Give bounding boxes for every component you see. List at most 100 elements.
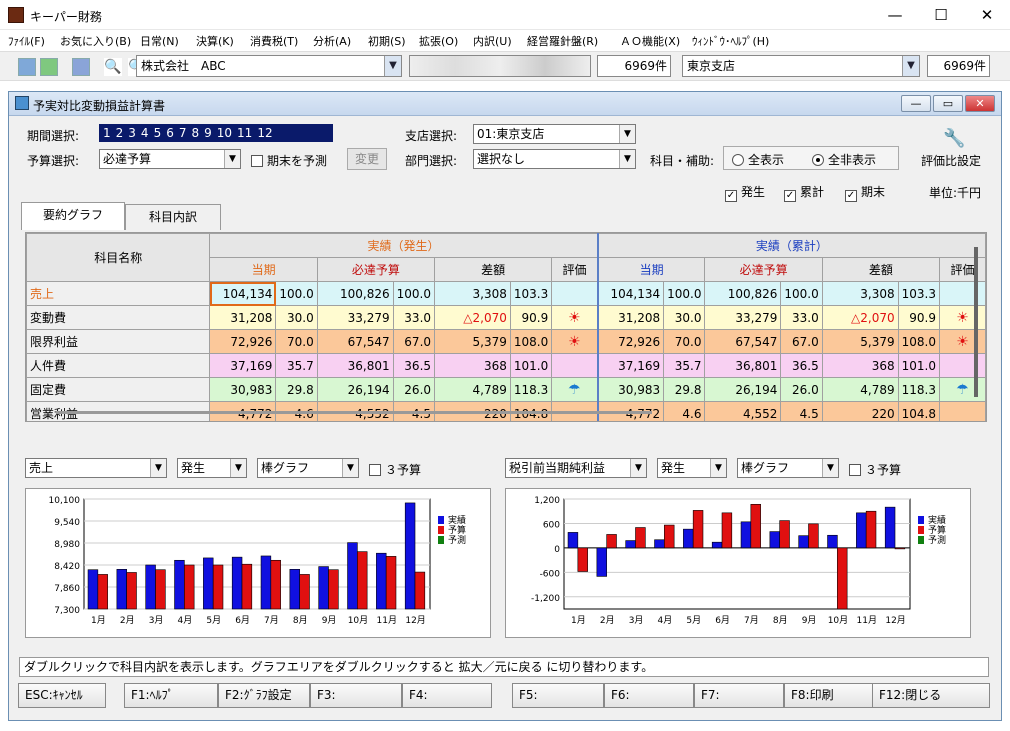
chevron-down-icon[interactable]: ▼ [230,459,246,477]
chevron-down-icon[interactable]: ▼ [822,459,838,477]
chart-right-budget-checkbox[interactable]: ３予算 [849,461,901,478]
menu-item-2[interactable]: 日常(N) [140,33,179,49]
chevron-down-icon[interactable]: ▼ [384,56,401,76]
forecast-checkbox[interactable]: 期末を予測 [251,152,327,169]
table-row[interactable]: 固定費 30,983 29.8 26,194 26.0 4,789 118.3 ☂ 30,983… [26,377,986,402]
chart-left-area[interactable]: 10,100 9,540 8,980 8,420 7,860 7,300 1月 2月 3月 4月 5… [25,488,491,638]
menu-item-5[interactable]: 分析(A) [313,33,351,49]
vertical-scrollbar[interactable] [974,247,978,397]
budget-select[interactable]: 必達予算 ▼ [99,149,241,169]
fkey-0[interactable]: ESC:ｷｬﾝｾﾙ [18,683,106,708]
radio-all[interactable]: 全表示 [732,151,784,168]
fkey-6[interactable]: F6: [604,683,694,708]
checkbox-icon[interactable]: ✓ [784,190,796,202]
fkey-3[interactable]: F3: [310,683,402,708]
wrench-icon[interactable]: 🔧 [943,128,965,150]
chart-left-budget-checkbox[interactable]: ３予算 [369,461,421,478]
minimize-button[interactable]: — [872,0,918,30]
image-icon[interactable] [72,58,90,76]
chart-right-item-select[interactable]: 税引前当期純利益 ▼ [505,458,647,478]
tab-summary-graph[interactable]: 要約グラフ [21,202,125,230]
period-12[interactable]: 12 [257,126,272,140]
menu-item-6[interactable]: 初期(S) [368,33,406,49]
period-4[interactable]: 4 [141,126,149,140]
checkbox-icon[interactable]: ✓ [725,190,737,202]
chevron-down-icon[interactable]: ▼ [342,459,358,477]
chart-left-item-select[interactable]: 売上 ▼ [25,458,167,478]
chevron-down-icon[interactable]: ▼ [224,150,240,168]
chevron-down-icon[interactable]: ▼ [902,56,919,76]
fkey-4[interactable]: F4: [402,683,492,708]
menu-item-1[interactable]: お気に入り(B) [60,33,131,49]
radio-none[interactable]: 全非表示 [812,151,876,168]
period-8[interactable]: 8 [191,126,199,140]
chevron-down-icon[interactable]: ▼ [619,125,635,143]
dept-select[interactable]: 選択なし ▼ [473,149,636,169]
tab-subject-detail[interactable]: 科目内訳 [125,204,221,230]
horizontal-scrollbar[interactable] [56,411,652,414]
chart-left-type-select[interactable]: 発生 ▼ [177,458,247,478]
period-3[interactable]: 3 [128,126,136,140]
table-row[interactable]: 限界利益 72,926 70.0 67,547 67.0 5,379 108.0 ☀ 72,92… [26,329,986,354]
sun-icon: ☀ [551,329,599,354]
period-1[interactable]: 1 [103,126,111,140]
period-selector[interactable]: 1 2 3 4 5 6 7 8 9 10 11 12 [99,124,333,142]
chart-icon[interactable] [18,58,36,76]
fkey-2[interactable]: F2:ｸﾞﾗﾌ設定 [218,683,310,708]
menu-item-0[interactable]: ﾌｧｲﾙ(F) [8,33,45,49]
branch-filter-select[interactable]: 01:東京支店 ▼ [473,124,636,144]
period-9[interactable]: 9 [204,126,212,140]
menu-item-7[interactable]: 拡張(O) [419,33,458,49]
fkey-8[interactable]: F8:印刷 [784,683,874,708]
table-row[interactable]: 売上 104,134 100.0 100,826 100.0 3,308 103.3 104,… [26,281,986,306]
table-row[interactable]: 人件費 37,169 35.7 36,801 36.5 368 101.0 37,169 35.… [26,353,986,378]
period-5[interactable]: 5 [154,126,162,140]
checkbox-icon[interactable]: ✓ [845,190,857,202]
child-close-button[interactable]: ✕ [965,95,995,112]
period-7[interactable]: 7 [179,126,187,140]
chart-right-style-select[interactable]: 棒グラフ ▼ [737,458,839,478]
period-6[interactable]: 6 [166,126,174,140]
table-row[interactable]: 変動費 31,208 30.0 33,279 33.0 △2,070 90.9 ☀ 31,208… [26,305,986,330]
chart-right-area[interactable]: 1,200 600 0 -600 -1,200 1月 2月 3月 4月 5月 6月 7月 8月 9月 10月… [505,488,971,638]
radio-icon[interactable] [812,154,824,166]
change-button[interactable]: 変更 [347,148,387,170]
chart-left-style-select[interactable]: 棒グラフ ▼ [257,458,359,478]
close-button[interactable]: ✕ [964,0,1010,30]
fkey-5[interactable]: F5: [512,683,604,708]
data-grid[interactable]: 科目名称 実績（発生） 実績（累計） 当期 必達予算 差額 評価 当期 必達予算 差額 評価 … [25,232,987,422]
branch-select[interactable]: 東京支店 ▼ [682,55,920,77]
period-2[interactable]: 2 [116,126,124,140]
period-11[interactable]: 11 [237,126,252,140]
x-tick-label: 1月 [571,615,586,626]
period-end-checkbox[interactable]: ✓ 期末 [845,183,885,202]
actual-checkbox[interactable]: ✓ 発生 [725,183,765,202]
refresh-icon[interactable] [40,58,58,76]
chevron-down-icon[interactable]: ▼ [150,459,166,477]
company-select[interactable]: 株式会社 ABC ▼ [136,55,402,77]
child-minimize-button[interactable]: — [901,95,931,112]
chevron-down-icon[interactable]: ▼ [619,150,635,168]
menu-item-11[interactable]: ｳｨﾝﾄﾞｳ･ﾍﾙﾌﾟ(H) [692,33,769,49]
fkey-9[interactable]: F12:閉じる [872,683,990,708]
cumulative-checkbox[interactable]: ✓ 累計 [784,183,824,202]
menu-item-8[interactable]: 内訳(U) [473,33,512,49]
radio-icon[interactable] [732,154,744,166]
zoom-in-icon[interactable]: 🔍 [104,58,122,76]
checkbox-icon[interactable] [251,155,263,167]
chevron-down-icon[interactable]: ▼ [710,459,726,477]
chart-right-type-select[interactable]: 発生 ▼ [657,458,727,478]
maximize-button[interactable]: ☐ [918,0,964,30]
menu-item-4[interactable]: 消費税(T) [250,33,298,49]
fkey-1[interactable]: F1:ﾍﾙﾌﾟ [124,683,218,708]
period-10[interactable]: 10 [217,126,232,140]
eval-setting-button[interactable]: 評価比設定 [921,152,981,169]
fkey-7[interactable]: F7: [694,683,784,708]
child-restore-button[interactable]: ▭ [933,95,963,112]
menu-item-10[interactable]: ＡＯ機能(X) [620,33,680,49]
checkbox-icon[interactable] [849,464,861,476]
menu-item-9[interactable]: 経営羅針盤(R) [527,33,598,49]
menu-item-3[interactable]: 決算(K) [196,33,234,49]
chevron-down-icon[interactable]: ▼ [630,459,646,477]
checkbox-icon[interactable] [369,464,381,476]
